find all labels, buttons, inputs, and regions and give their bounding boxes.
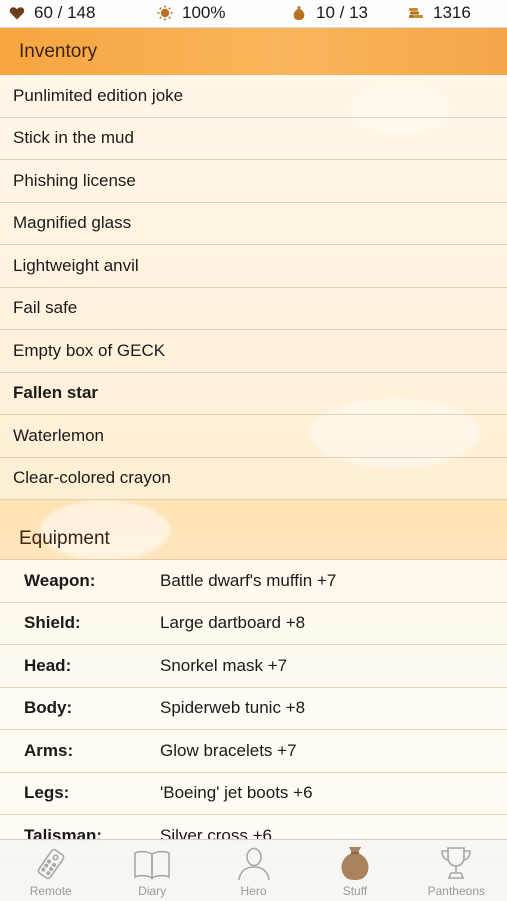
bag-icon: [293, 6, 305, 20]
inventory-header: Inventory: [0, 28, 507, 75]
inventory-item[interactable]: Empty box of GECK: [0, 330, 507, 373]
tab-hero[interactable]: Hero: [203, 840, 304, 901]
heart-icon: [9, 7, 25, 20]
equipment-row[interactable]: Arms: Glow bracelets +7: [0, 730, 507, 773]
equipment-slot: Head:: [24, 655, 72, 675]
godpower-value: 100%: [182, 3, 226, 22]
sun-icon: [157, 5, 173, 21]
bag-icon: [341, 847, 369, 880]
tab-label: Stuff: [342, 884, 368, 898]
person-icon: [237, 847, 270, 881]
gold-value: 1316: [433, 3, 471, 22]
coins-icon: [409, 8, 423, 18]
equipment-slot: Shield:: [24, 613, 81, 633]
tab-diary[interactable]: Diary: [101, 840, 202, 901]
equipment-value: Spiderweb tunic +8: [160, 698, 306, 718]
inventory-item-activatable[interactable]: Fallen star: [0, 372, 507, 415]
equipment-row[interactable]: Head: Snorkel mask +7: [0, 645, 507, 688]
inventory-title: Inventory: [19, 40, 98, 62]
equipment-slot: Weapon:: [24, 570, 96, 590]
equipment-row[interactable]: Weapon: Battle dwarf's muffin +7: [0, 560, 507, 603]
book-icon: [134, 850, 170, 880]
godpower-stat: 100%: [157, 3, 225, 23]
inventory-item[interactable]: Magnified glass: [0, 202, 507, 245]
tab-pantheons[interactable]: Pantheons: [406, 840, 507, 901]
remote-icon: [37, 848, 65, 880]
equipment-row[interactable]: Legs: 'Boeing' jet boots +6: [0, 772, 507, 815]
gold-stat: 1316: [408, 3, 471, 23]
tab-label: Hero: [240, 884, 267, 898]
inventory-stat: 10 / 13: [291, 3, 368, 23]
inventory-count-value: 10 / 13: [316, 3, 368, 22]
tab-stuff[interactable]: Stuff: [304, 840, 405, 901]
trophy-icon: [441, 847, 472, 879]
inventory-item[interactable]: Stick in the mud: [0, 117, 507, 160]
equipment-slot: Body:: [24, 698, 73, 718]
equipment-list: Weapon: Battle dwarf's muffin +7 Shield: L…: [0, 559, 507, 858]
equipment-value: Large dartboard +8: [160, 613, 306, 633]
tab-label: Diary: [138, 884, 167, 898]
status-bar: 60 / 148 100% 10 / 13 1316: [0, 0, 507, 28]
tab-label: Remote: [29, 884, 72, 898]
inventory-list: Punlimited edition joke Stick in the mud…: [0, 75, 507, 500]
tab-remote[interactable]: Remote: [0, 840, 101, 901]
inventory-item[interactable]: Fail safe: [0, 287, 507, 330]
equipment-row[interactable]: Shield: Large dartboard +8: [0, 602, 507, 645]
inventory-item[interactable]: Waterlemon: [0, 415, 507, 458]
health-stat: 60 / 148: [9, 3, 95, 23]
equipment-value: Glow bracelets +7: [160, 740, 297, 760]
equipment-value: Snorkel mask +7: [160, 655, 288, 675]
health-value: 60 / 148: [34, 3, 96, 22]
equipment-value: 'Boeing' jet boots +6: [160, 783, 313, 803]
equipment-value: Battle dwarf's muffin +7: [160, 570, 337, 590]
tab-bar: Remote Diary Hero Stuff Pantheons: [0, 839, 507, 901]
equipment-row[interactable]: Body: Spiderweb tunic +8: [0, 687, 507, 730]
inventory-item[interactable]: Clear-colored crayon: [0, 457, 507, 500]
inventory-item[interactable]: Phishing license: [0, 160, 507, 203]
equipment-title: Equipment: [19, 528, 110, 549]
tab-label: Pantheons: [427, 884, 486, 898]
equipment-slot: Legs:: [24, 783, 70, 803]
inventory-item[interactable]: Lightweight anvil: [0, 245, 507, 288]
inventory-item[interactable]: Punlimited edition joke: [0, 75, 507, 118]
equipment-slot: Arms:: [24, 740, 74, 760]
